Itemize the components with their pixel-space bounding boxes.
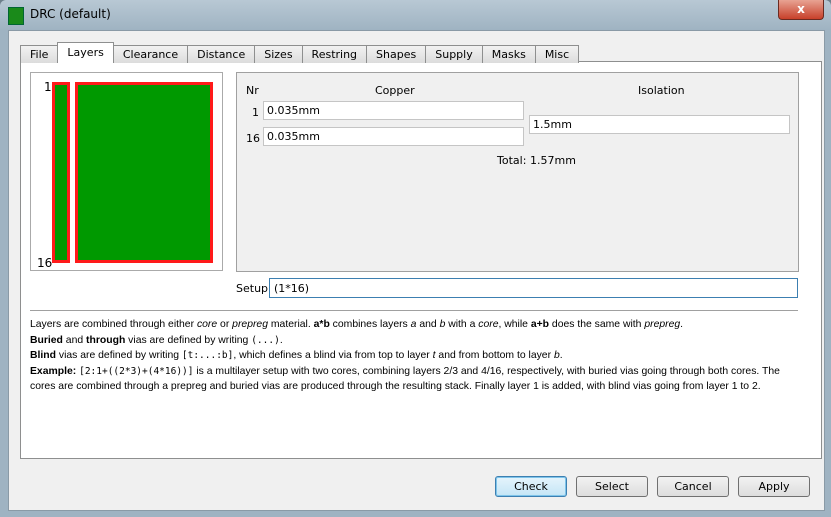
app-icon bbox=[8, 7, 24, 25]
core-1-16[interactable] bbox=[75, 82, 213, 263]
isolation-header: Isolation bbox=[638, 84, 685, 97]
nr-header: Nr bbox=[246, 84, 259, 97]
setup-input[interactable]: (1*16) bbox=[269, 278, 798, 298]
layer-nr: 16 bbox=[246, 132, 260, 145]
setup-label: Setup bbox=[236, 282, 269, 295]
select-button[interactable]: Select bbox=[576, 476, 648, 497]
layer-nr: 1 bbox=[252, 106, 259, 119]
total-label: Total: bbox=[497, 154, 527, 167]
tab-sizes[interactable]: Sizes bbox=[254, 45, 303, 63]
tab-file[interactable]: File bbox=[20, 45, 59, 63]
isolation-input[interactable]: 1.5mm bbox=[529, 115, 790, 134]
layer-stack-preview[interactable]: 1 16 bbox=[30, 72, 223, 271]
total-value: 1.57mm bbox=[530, 154, 576, 167]
help-line-3: Blind vias are defined by writing [t:...… bbox=[30, 350, 563, 362]
window-title: DRC (default) bbox=[30, 7, 111, 21]
tab-shapes[interactable]: Shapes bbox=[366, 45, 427, 63]
help-line-4: Example: [2:1+((2*3)+(4*16))] is a multi… bbox=[30, 365, 780, 393]
help-line-2: Buried and through vias are defined by w… bbox=[30, 334, 283, 346]
via-column[interactable] bbox=[52, 82, 70, 263]
help-text: Layers are combined through either core … bbox=[30, 317, 800, 395]
copper-thickness-input[interactable]: 0.035mm bbox=[263, 101, 524, 120]
close-button[interactable]: x bbox=[778, 0, 824, 20]
tab-clearance[interactable]: Clearance bbox=[112, 45, 189, 63]
tab-layers[interactable]: Layers bbox=[57, 42, 114, 63]
drc-window: DRC (default) x File Layers Clearance Di… bbox=[0, 0, 831, 517]
check-button[interactable]: Check bbox=[495, 476, 567, 497]
bottom-layer-label: 16 bbox=[37, 256, 53, 270]
copper-thickness-input[interactable]: 0.035mm bbox=[263, 127, 524, 146]
copper-header: Copper bbox=[375, 84, 415, 97]
tab-bar: File Layers Clearance Distance Sizes Res… bbox=[20, 42, 580, 63]
tab-masks[interactable]: Masks bbox=[481, 45, 536, 63]
apply-button[interactable]: Apply bbox=[738, 476, 810, 497]
tab-restring[interactable]: Restring bbox=[301, 45, 368, 63]
separator bbox=[30, 310, 798, 311]
help-line-1: Layers are combined through either core … bbox=[30, 319, 684, 330]
tab-misc[interactable]: Misc bbox=[534, 45, 580, 63]
tab-supply[interactable]: Supply bbox=[425, 45, 483, 63]
tab-distance[interactable]: Distance bbox=[187, 45, 256, 63]
cancel-button[interactable]: Cancel bbox=[657, 476, 729, 497]
top-layer-label: 1 bbox=[44, 80, 52, 94]
layer-setup-panel: Nr Copper Isolation 1 0.035mm 16 0.035mm… bbox=[236, 72, 799, 272]
